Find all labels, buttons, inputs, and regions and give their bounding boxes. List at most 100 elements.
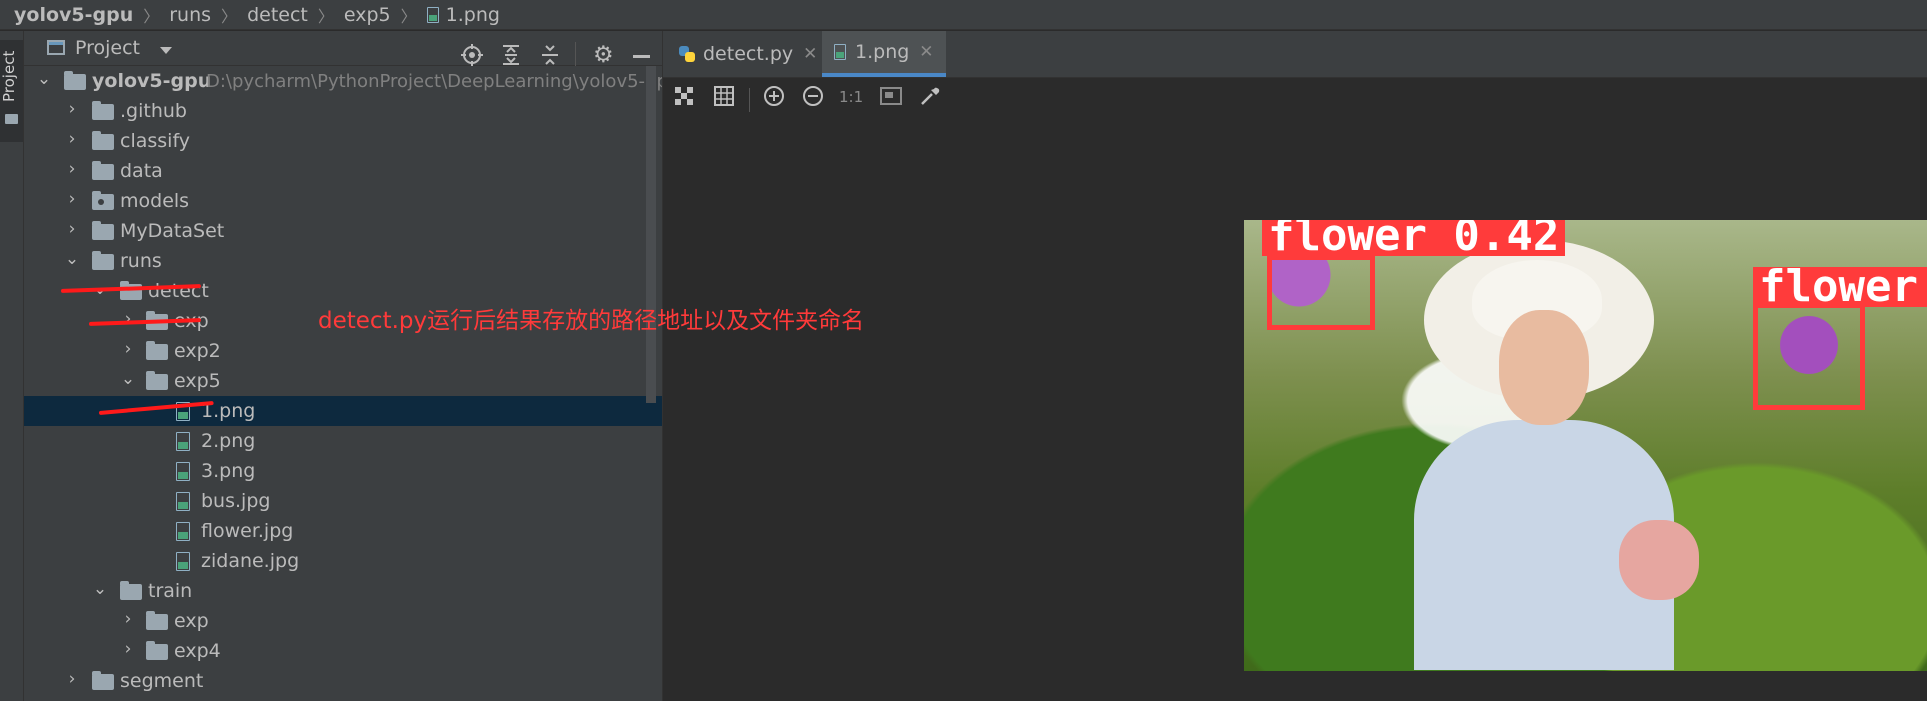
- tree-row[interactable]: › models: [24, 186, 662, 216]
- detection-label: flower: [1753, 265, 1927, 309]
- image-file-icon: [834, 44, 846, 60]
- tab-label: 1.png: [855, 41, 910, 63]
- breadcrumb-item-file[interactable]: 1.png: [446, 4, 500, 26]
- tree-row-file[interactable]: 3.png: [24, 456, 662, 486]
- view-dropdown-chevron-icon[interactable]: [160, 47, 172, 54]
- folder-icon: [92, 221, 114, 240]
- annotation-note: detect.py运行后结果存放的路径地址以及文件夹命名: [318, 308, 865, 334]
- tree-row-file[interactable]: zidane.jpg: [24, 546, 662, 576]
- chevron-right-icon[interactable]: ›: [120, 309, 136, 329]
- chevron-down-icon[interactable]: ⌄: [92, 579, 108, 599]
- tab-1-png[interactable]: 1.png ✕: [822, 31, 946, 77]
- chevron-right-icon[interactable]: ›: [64, 669, 80, 689]
- tree-row-exp5[interactable]: ⌄ exp5: [24, 366, 662, 396]
- chevron-down-icon[interactable]: ⌄: [36, 69, 52, 89]
- project-path: D:\pycharm\PythonProject\DeepLearning\yo…: [206, 71, 662, 92]
- folder-icon: [92, 161, 114, 180]
- close-icon[interactable]: ✕: [803, 44, 817, 64]
- breadcrumb-item-runs[interactable]: runs: [169, 4, 211, 26]
- folder-icon: [64, 71, 86, 90]
- chevron-down-icon[interactable]: ⌄: [120, 369, 136, 389]
- project-tool-label[interactable]: Project: [0, 46, 23, 106]
- tree-row-train[interactable]: ⌄ train: [24, 576, 662, 606]
- project-tree: ⌄ yolov5-gpu D:\pycharm\PythonProject\De…: [24, 66, 662, 701]
- fit-zoom-icon[interactable]: [879, 86, 903, 111]
- image-file-icon: [426, 6, 439, 23]
- panel-divider[interactable]: [662, 31, 663, 701]
- chessboard-icon[interactable]: [672, 86, 696, 111]
- toolbar-separator: [575, 42, 576, 66]
- tree-row[interactable]: › classify: [24, 126, 662, 156]
- breadcrumb-separator: 〉: [221, 6, 238, 26]
- image-file-icon: [176, 522, 190, 541]
- tree-item-label: MyDataSet: [120, 220, 225, 242]
- tree-item-label: .github: [120, 100, 187, 122]
- tree-item-label: models: [120, 190, 190, 212]
- tree-row[interactable]: › exp4: [24, 636, 662, 666]
- tab-label: detect.py: [703, 43, 794, 65]
- breadcrumb-item-detect[interactable]: detect: [247, 4, 308, 26]
- tree-item-label: 2.png: [201, 430, 256, 452]
- python-file-icon: [679, 46, 695, 62]
- actual-size-icon[interactable]: 1:1: [839, 88, 863, 106]
- detection-box: [1753, 303, 1865, 410]
- project-panel-title[interactable]: Project: [75, 37, 140, 59]
- detection-box: [1267, 255, 1375, 330]
- image-file-icon: [176, 492, 190, 511]
- breadcrumb: yolov5-gpu 〉 runs 〉 detect 〉 exp5 〉 1.pn…: [0, 0, 1927, 30]
- chevron-right-icon[interactable]: ›: [64, 159, 80, 179]
- tree-row[interactable]: › MyDataSet: [24, 216, 662, 246]
- folder-icon: [92, 671, 114, 690]
- color-picker-icon[interactable]: [918, 85, 942, 112]
- detection-result-image: flower 0.42 flower: [1244, 220, 1927, 671]
- zoom-out-icon[interactable]: [801, 85, 825, 112]
- face-shape: [1499, 310, 1589, 425]
- tree-item-label: data: [120, 160, 163, 182]
- tree-item-label: bus.jpg: [201, 490, 271, 512]
- tree-row-root[interactable]: ⌄ yolov5-gpu D:\pycharm\PythonProject\De…: [24, 66, 662, 96]
- chevron-right-icon[interactable]: ›: [64, 129, 80, 149]
- breadcrumb-item-exp5[interactable]: exp5: [344, 4, 391, 26]
- tree-row-file[interactable]: flower.jpg: [24, 516, 662, 546]
- chevron-right-icon[interactable]: ›: [64, 219, 80, 239]
- detection-label: flower 0.42: [1262, 220, 1566, 258]
- tree-item-label: exp: [174, 610, 209, 632]
- image-file-icon: [176, 462, 190, 481]
- tree-item-label: flower.jpg: [201, 520, 294, 542]
- chevron-down-icon[interactable]: ⌄: [64, 249, 80, 269]
- chevron-right-icon[interactable]: ›: [64, 189, 80, 209]
- close-icon[interactable]: ✕: [919, 42, 933, 62]
- chevron-right-icon[interactable]: ›: [120, 639, 136, 659]
- zoom-in-icon[interactable]: [762, 85, 786, 112]
- minimize-icon[interactable]: [633, 55, 650, 58]
- tree-item-label: exp5: [174, 370, 221, 392]
- tree-item-label: zidane.jpg: [201, 550, 300, 572]
- breadcrumb-separator: 〉: [317, 6, 334, 26]
- folder-icon: [120, 581, 142, 600]
- folder-icon: [5, 114, 18, 124]
- folder-icon: [92, 101, 114, 120]
- chevron-right-icon[interactable]: ›: [120, 609, 136, 629]
- tab-detect-py[interactable]: detect.py ✕: [667, 31, 829, 77]
- gear-icon[interactable]: ⚙: [593, 42, 614, 68]
- tree-row-file[interactable]: bus.jpg: [24, 486, 662, 516]
- tree-item-label: yolov5-gpu: [92, 70, 212, 92]
- glove-shape: [1619, 520, 1699, 600]
- tree-row[interactable]: › .github: [24, 96, 662, 126]
- image-file-icon: [176, 432, 190, 451]
- tree-row[interactable]: › exp: [24, 606, 662, 636]
- tree-row-runs[interactable]: ⌄ runs: [24, 246, 662, 276]
- tree-scrollbar-thumb[interactable]: [646, 66, 656, 403]
- breadcrumb-item-project[interactable]: yolov5-gpu: [14, 4, 133, 26]
- folder-icon: [92, 251, 114, 270]
- tree-item-label: train: [148, 580, 193, 602]
- folder-icon: [146, 611, 168, 630]
- tree-row[interactable]: › segment: [24, 666, 662, 696]
- chevron-right-icon[interactable]: ›: [120, 339, 136, 359]
- folder-icon: [92, 131, 114, 150]
- tree-row-file[interactable]: 2.png: [24, 426, 662, 456]
- grid-icon[interactable]: [712, 86, 736, 111]
- tree-row[interactable]: › exp2: [24, 336, 662, 366]
- tree-row[interactable]: › data: [24, 156, 662, 186]
- chevron-right-icon[interactable]: ›: [64, 99, 80, 119]
